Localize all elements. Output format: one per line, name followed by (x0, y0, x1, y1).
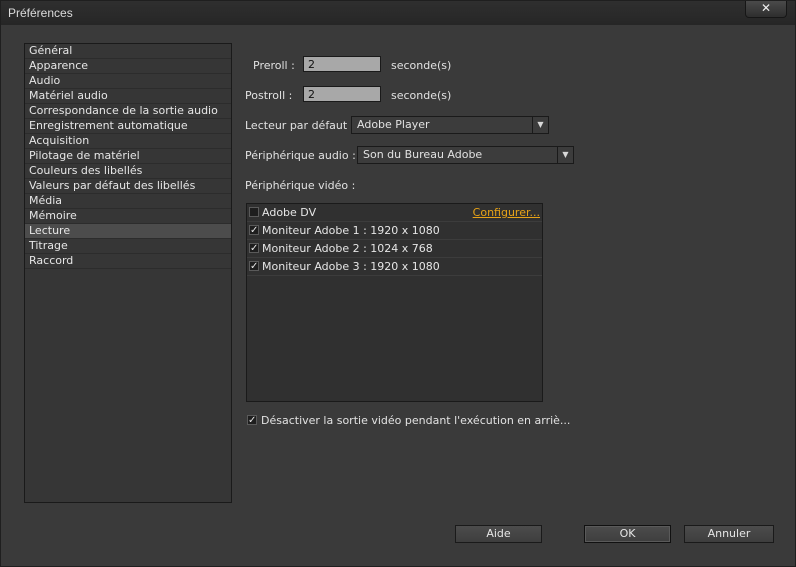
adobe-dv-checkbox[interactable] (249, 207, 259, 217)
disable-video-output-checkbox[interactable]: ✓ (247, 415, 257, 426)
video-device-label-monitor-3: Moniteur Adobe 3 : 1920 x 1080 (262, 260, 440, 273)
video-device-label-monitor-1: Moniteur Adobe 1 : 1920 x 1080 (262, 224, 440, 237)
postroll-label: Postroll : (245, 89, 293, 102)
category-item-audio-output-mapping[interactable]: Correspondance de la sortie audio (25, 104, 231, 119)
video-device-label-adobe-dv: Adobe DV (262, 206, 317, 219)
cancel-button[interactable]: Annuler (684, 525, 774, 543)
category-item-audio[interactable]: Audio (25, 74, 231, 89)
chevron-down-icon[interactable]: ▼ (557, 147, 573, 163)
category-item-appearance[interactable]: Apparence (25, 59, 231, 74)
close-icon: ✕ (760, 1, 772, 15)
category-item-audio-hardware[interactable]: Matériel audio (25, 89, 231, 104)
category-item-titler[interactable]: Titrage (25, 239, 231, 254)
preferences-dialog: Préférences ✕ Général Apparence Audio Ma… (0, 0, 796, 567)
configure-link[interactable]: Configurer... (473, 206, 540, 219)
monitor-1-checkbox[interactable]: ✓ (249, 225, 259, 236)
ok-button[interactable]: OK (584, 525, 671, 543)
category-item-label-colors[interactable]: Couleurs des libellés (25, 164, 231, 179)
video-device-row[interactable]: ✓ Moniteur Adobe 2 : 1024 x 768 (247, 240, 542, 258)
video-device-row[interactable]: Adobe DV Configurer... (247, 204, 542, 222)
preroll-label: Preroll : (253, 59, 295, 72)
category-item-trim[interactable]: Raccord (25, 254, 231, 269)
postroll-input[interactable]: 2 (303, 86, 381, 102)
title-bar[interactable]: Préférences ✕ (1, 1, 795, 25)
preroll-unit: seconde(s) (391, 59, 452, 72)
dialog-content: Général Apparence Audio Matériel audio C… (7, 26, 790, 564)
monitor-3-checkbox[interactable]: ✓ (249, 261, 259, 272)
category-item-device-control[interactable]: Pilotage de matériel (25, 149, 231, 164)
preroll-input[interactable]: 2 (303, 56, 381, 72)
category-item-general[interactable]: Général (25, 44, 231, 59)
category-item-memory[interactable]: Mémoire (25, 209, 231, 224)
video-device-list[interactable]: Adobe DV Configurer... ✓ Moniteur Adobe … (246, 203, 543, 402)
category-item-label-defaults[interactable]: Valeurs par défaut des libellés (25, 179, 231, 194)
video-device-label: Périphérique vidéo : (245, 179, 356, 192)
postroll-unit: seconde(s) (391, 89, 452, 102)
category-item-auto-save[interactable]: Enregistrement automatique (25, 119, 231, 134)
audio-device-select[interactable]: Son du Bureau Adobe ▼ (357, 146, 574, 164)
audio-device-value: Son du Bureau Adobe (363, 148, 483, 161)
default-player-value: Adobe Player (357, 118, 430, 131)
category-item-capture[interactable]: Acquisition (25, 134, 231, 149)
chevron-down-icon[interactable]: ▼ (532, 117, 548, 133)
video-device-row[interactable]: ✓ Moniteur Adobe 1 : 1920 x 1080 (247, 222, 542, 240)
category-list[interactable]: Général Apparence Audio Matériel audio C… (24, 43, 232, 503)
help-button[interactable]: Aide (455, 525, 542, 543)
disable-video-output-label[interactable]: Désactiver la sortie vidéo pendant l'exé… (261, 414, 570, 427)
default-player-select[interactable]: Adobe Player ▼ (351, 116, 549, 134)
category-item-playback[interactable]: Lecture (25, 224, 231, 239)
monitor-2-checkbox[interactable]: ✓ (249, 243, 259, 254)
video-device-label-monitor-2: Moniteur Adobe 2 : 1024 x 768 (262, 242, 433, 255)
video-device-row[interactable]: ✓ Moniteur Adobe 3 : 1920 x 1080 (247, 258, 542, 276)
close-button[interactable]: ✕ (745, 1, 787, 18)
category-item-media[interactable]: Média (25, 194, 231, 209)
default-player-label: Lecteur par défaut : (245, 119, 355, 132)
window-title: Préférences (8, 6, 73, 20)
audio-device-label: Périphérique audio : (245, 149, 356, 162)
